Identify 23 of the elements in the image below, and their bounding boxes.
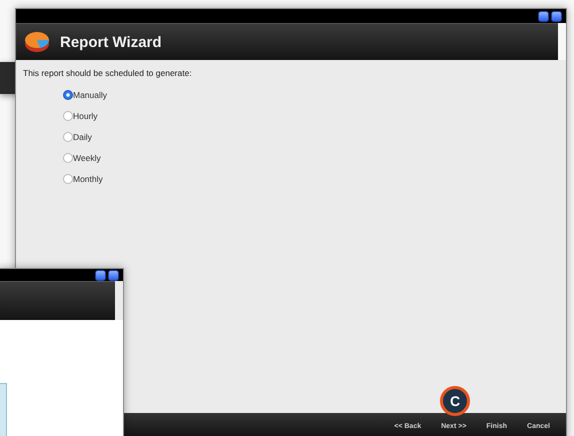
pie-chart-icon [24, 31, 50, 53]
maximize-icon[interactable] [551, 10, 562, 22]
option-label: Monthly [73, 174, 103, 184]
radio-button[interactable] [63, 153, 73, 163]
radio-button[interactable] [63, 111, 73, 121]
prompt-text: This report should be scheduled to generate: [23, 68, 193, 78]
radio-button[interactable] [63, 174, 73, 184]
schedule-option[interactable]: Monthly [63, 172, 559, 186]
maximize-icon[interactable] [108, 270, 119, 280]
option-label: Daily [73, 132, 92, 142]
radio-button[interactable] [63, 90, 73, 100]
schedule-option[interactable]: Manually [63, 88, 559, 102]
table-edge [0, 383, 7, 436]
schedule-option[interactable]: Daily [63, 130, 559, 144]
option-label: Weekly [73, 153, 101, 163]
option-label: Manually [73, 90, 108, 100]
option-label: Hourly [73, 111, 98, 121]
window-title: Report Wizard [60, 34, 162, 50]
minimize-icon[interactable] [538, 10, 549, 22]
minimize-icon[interactable] [95, 270, 106, 280]
radio-button[interactable] [63, 132, 73, 142]
schedule-option[interactable]: Hourly [63, 109, 559, 123]
schedule-option[interactable]: Weekly [63, 151, 559, 165]
